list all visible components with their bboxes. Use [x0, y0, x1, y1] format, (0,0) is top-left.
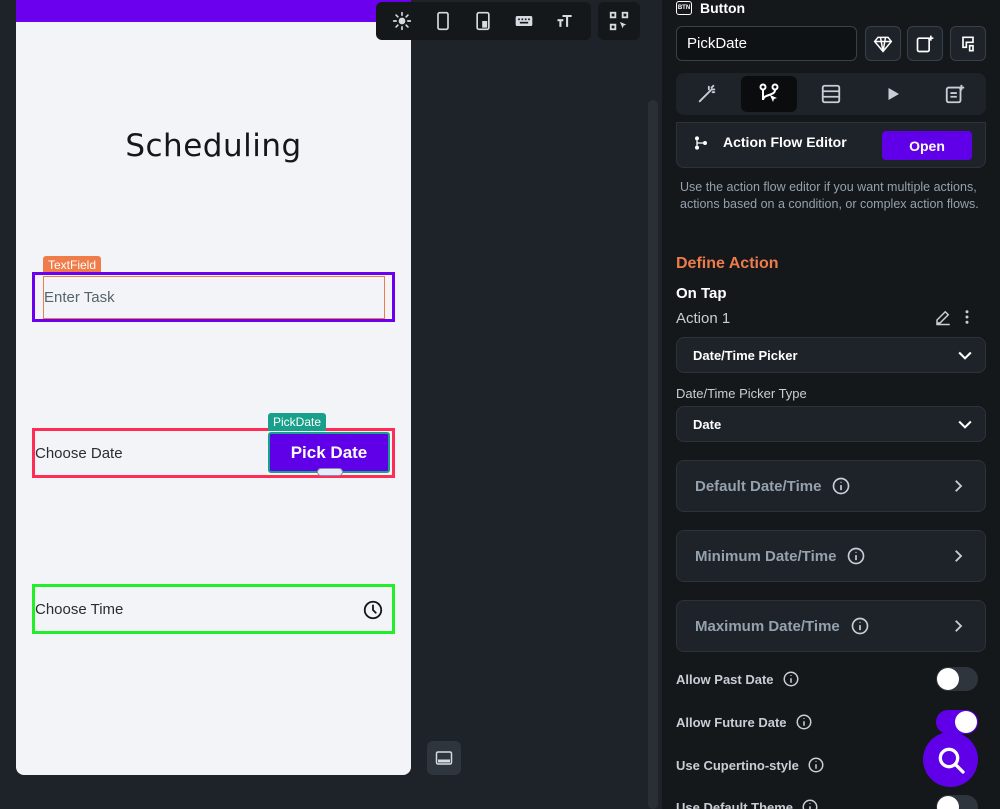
tab-properties[interactable]	[679, 76, 735, 112]
panel-bottom-icon	[435, 751, 453, 765]
play-icon	[888, 88, 899, 100]
task-textfield[interactable]: Enter Task	[43, 276, 385, 319]
chevron-down-icon	[958, 351, 972, 360]
database-icon	[821, 84, 841, 104]
task-row[interactable]: Enter Task	[32, 272, 395, 322]
properties-panel: BTN Button PickDate Action Flow Editor O…	[662, 0, 1000, 809]
canvas-area: Scheduling TextField Enter Task Choose D…	[0, 0, 660, 809]
trigger-label: On Tap	[676, 285, 727, 302]
diamond-icon	[873, 36, 893, 53]
expander-label: Maximum Date/Time	[695, 617, 840, 635]
search-icon	[938, 747, 965, 774]
action-flow-editor-label: Action Flow Editor	[723, 134, 847, 150]
expander-label: Minimum Date/Time	[695, 547, 837, 565]
toggle-label: Allow Past Date	[676, 671, 774, 687]
tab-animations[interactable]	[865, 76, 921, 112]
info-icon[interactable]	[801, 798, 819, 809]
allow-past-date-row: Allow Past Date	[676, 667, 986, 691]
action-flow-icon	[759, 83, 779, 102]
action-type-dropdown[interactable]: Date/Time Picker	[676, 337, 986, 373]
toggle-label: Use Cupertino-style	[676, 757, 799, 773]
info-icon[interactable]	[846, 546, 866, 566]
bottom-panel-toggle[interactable]	[427, 741, 461, 775]
pickdate-tag: PickDate	[268, 413, 327, 431]
action-type-value: Date/Time Picker	[693, 347, 798, 363]
tab-actions[interactable]	[741, 76, 797, 112]
chevron-down-icon	[958, 420, 972, 429]
panel-tabs	[676, 73, 986, 115]
canvas-toolbar	[376, 2, 591, 40]
add-component-icon	[916, 35, 934, 52]
generate-icon	[962, 36, 974, 51]
chevron-right-icon	[955, 480, 963, 492]
info-icon[interactable]	[782, 670, 800, 688]
tab-notes[interactable]	[927, 76, 983, 112]
info-icon[interactable]	[850, 616, 870, 636]
phone-icon[interactable]	[431, 9, 455, 33]
action-flow-editor-card: Action Flow Editor Open	[676, 122, 986, 168]
date-label: Choose Date	[35, 445, 123, 462]
toggle-label: Allow Future Date	[676, 714, 787, 730]
pick-date-button[interactable]: Pick Date	[268, 432, 390, 473]
define-action-title: Define Action	[676, 255, 779, 272]
action-controls	[934, 308, 970, 326]
action-flow-description: Use the action flow editor if you want m…	[680, 180, 979, 211]
sun-icon[interactable]	[390, 9, 414, 33]
allow-future-date-toggle[interactable]	[936, 710, 978, 734]
action-flow-small-icon	[695, 136, 707, 150]
scrollbar[interactable]	[648, 100, 658, 809]
note-add-icon	[945, 84, 965, 104]
chevron-right-icon	[955, 620, 963, 632]
diamond-button[interactable]	[865, 26, 901, 61]
default-datetime-expander[interactable]: Default Date/Time	[676, 460, 986, 512]
button-badge-icon: BTN	[676, 1, 692, 15]
info-icon[interactable]	[831, 476, 851, 496]
info-icon[interactable]	[807, 756, 825, 774]
task-placeholder: Enter Task	[44, 289, 115, 306]
allow-past-date-toggle[interactable]	[936, 667, 978, 691]
search-fab[interactable]	[923, 732, 978, 787]
allow-future-date-row: Allow Future Date	[676, 710, 986, 734]
edit-icon[interactable]	[934, 308, 952, 326]
open-action-flow-button[interactable]: Open	[882, 131, 972, 160]
picker-type-value: Date	[693, 416, 722, 432]
keyboard-icon[interactable]	[512, 9, 536, 33]
default-theme-toggle[interactable]	[936, 795, 978, 809]
phone-preview: Scheduling TextField Enter Task Choose D…	[16, 0, 411, 775]
app-bar	[16, 0, 411, 22]
more-vert-icon[interactable]	[964, 308, 970, 326]
widget-type: Button	[700, 0, 746, 16]
tab-backend[interactable]	[803, 76, 859, 112]
select-tree-icon[interactable]	[607, 9, 631, 33]
generate-button[interactable]	[950, 26, 986, 61]
toggle-label: Use Default Theme	[676, 799, 794, 809]
default-theme-row: Use Default Theme	[676, 795, 986, 809]
clock-icon[interactable]	[362, 599, 384, 621]
time-row[interactable]: Choose Time	[32, 584, 395, 634]
widget-name-input[interactable]: PickDate	[676, 26, 857, 61]
resize-handle[interactable]	[317, 468, 343, 476]
expander-label: Default Date/Time	[695, 477, 822, 495]
picker-type-label: Date/Time Picker Type	[676, 386, 807, 401]
chevron-right-icon	[955, 550, 963, 562]
canvas-toolbar-secondary	[598, 2, 640, 40]
maximum-datetime-expander[interactable]: Maximum Date/Time	[676, 600, 986, 652]
text-size-icon[interactable]	[553, 9, 577, 33]
info-icon[interactable]	[795, 713, 813, 731]
picker-type-dropdown[interactable]: Date	[676, 406, 986, 442]
minimum-datetime-expander[interactable]: Minimum Date/Time	[676, 530, 986, 582]
panel-header: BTN Button	[676, 0, 745, 16]
time-label: Choose Time	[35, 601, 124, 618]
add-component-button[interactable]	[907, 26, 943, 61]
magic-wand-icon	[698, 84, 716, 103]
action-label: Action 1	[676, 310, 731, 327]
screen-title[interactable]: Scheduling	[16, 128, 411, 164]
device-frame-icon[interactable]	[471, 9, 495, 33]
